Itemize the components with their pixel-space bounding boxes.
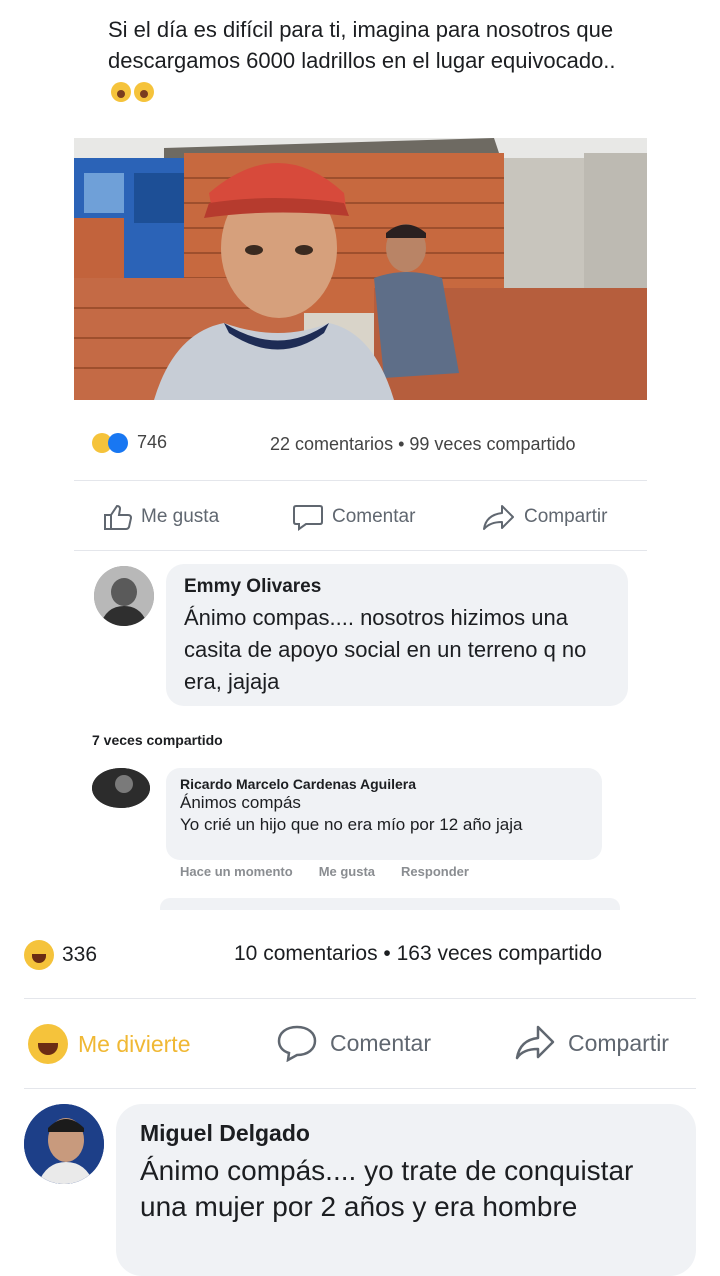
like-button[interactable]: Me gusta [103, 503, 219, 531]
comment-meta: Hace un momento Me gusta Responder [180, 864, 469, 879]
comment-like-link[interactable]: Me gusta [319, 864, 375, 879]
avatar-image [94, 566, 154, 626]
avatar-image [24, 1104, 104, 1184]
comment-time: Hace un momento [180, 864, 293, 879]
avatar[interactable] [24, 1104, 104, 1184]
share-icon [515, 1025, 555, 1060]
outer-reactions[interactable]: 336 [24, 940, 97, 970]
haha-reaction-button[interactable]: Me divierte [28, 1024, 190, 1064]
share-label: Compartir [568, 1029, 669, 1056]
outer-reaction-count: 336 [62, 943, 98, 966]
comment-bubble[interactable]: Miguel Delgado Ánimo compás.... yo trate… [116, 1104, 696, 1276]
like-reaction-icon [108, 433, 128, 454]
clipped-next-comment [160, 898, 620, 910]
post-text: Si el día es difícil para ti, imagina pa… [108, 14, 618, 107]
share-label: Compartir [524, 506, 608, 527]
share-count-label[interactable]: 7 veces compartido [92, 732, 223, 748]
thumbs-up-icon [104, 504, 133, 530]
avatar-image [92, 768, 150, 808]
avatar[interactable] [92, 768, 150, 808]
comment-text: Ánimo compás.... yo trate de conquistar … [140, 1155, 634, 1222]
original-reactions[interactable]: 746 [92, 432, 168, 454]
dot-separator: • [383, 942, 397, 965]
outer-comment-share-counts[interactable]: 10 comentarios • 163 veces compartido [234, 942, 602, 966]
haha-label: Me divierte [78, 1030, 191, 1057]
post-text-content: Si el día es difícil para ti, imagina pa… [108, 17, 616, 73]
comment-button[interactable]: Comentar [276, 1024, 431, 1062]
original-comments-count[interactable]: 22 comentarios [270, 434, 393, 454]
outer-shares-count[interactable]: 163 veces compartido [397, 942, 602, 965]
comment-icon [293, 505, 323, 531]
comment-reply-link[interactable]: Responder [401, 864, 469, 879]
astonished-emoji-icon [111, 82, 131, 102]
comment-label: Comentar [332, 506, 416, 527]
divider [74, 550, 647, 551]
comment-text-line: Yo crié un hijo que no era mío por 12 añ… [180, 815, 523, 834]
comment-bubble[interactable]: Emmy Olivares Ánimo compas.... nosotros … [166, 564, 628, 706]
original-reaction-count: 746 [137, 432, 168, 452]
post-photo[interactable] [74, 138, 647, 400]
photo-image [74, 138, 647, 400]
divider [24, 998, 696, 999]
original-shares-count[interactable]: 99 veces compartido [409, 434, 575, 454]
share-icon [483, 505, 514, 530]
dot-separator: • [398, 434, 410, 454]
share-button[interactable]: Compartir [514, 1024, 669, 1062]
astonished-emoji-icon [134, 82, 154, 102]
share-button[interactable]: Compartir [482, 503, 607, 531]
comment-bubble[interactable]: Ricardo Marcelo Cardenas Aguilera Ánimos… [166, 768, 602, 860]
outer-comments-count[interactable]: 10 comentarios [234, 942, 378, 965]
divider [24, 1088, 696, 1089]
screenshot: Si el día es difícil para ti, imagina pa… [0, 0, 720, 1276]
comment-author[interactable]: Ricardo Marcelo Cardenas Aguilera [180, 776, 588, 792]
haha-reaction-icon [24, 940, 54, 970]
comment-label: Comentar [330, 1029, 431, 1056]
divider [74, 480, 647, 481]
comment-author[interactable]: Emmy Olivares [184, 576, 610, 598]
original-comment-share-counts[interactable]: 22 comentarios • 99 veces compartido [270, 434, 576, 455]
comment-author[interactable]: Miguel Delgado [140, 1120, 672, 1147]
avatar[interactable] [94, 566, 154, 626]
comment-icon [277, 1025, 317, 1062]
comment-button[interactable]: Comentar [292, 503, 415, 531]
comment-text: Ánimo compas.... nosotros hizimos una ca… [184, 605, 587, 694]
haha-reaction-icon [28, 1024, 68, 1064]
like-label: Me gusta [141, 506, 220, 527]
comment-text-line: Ánimos compás [180, 793, 301, 812]
